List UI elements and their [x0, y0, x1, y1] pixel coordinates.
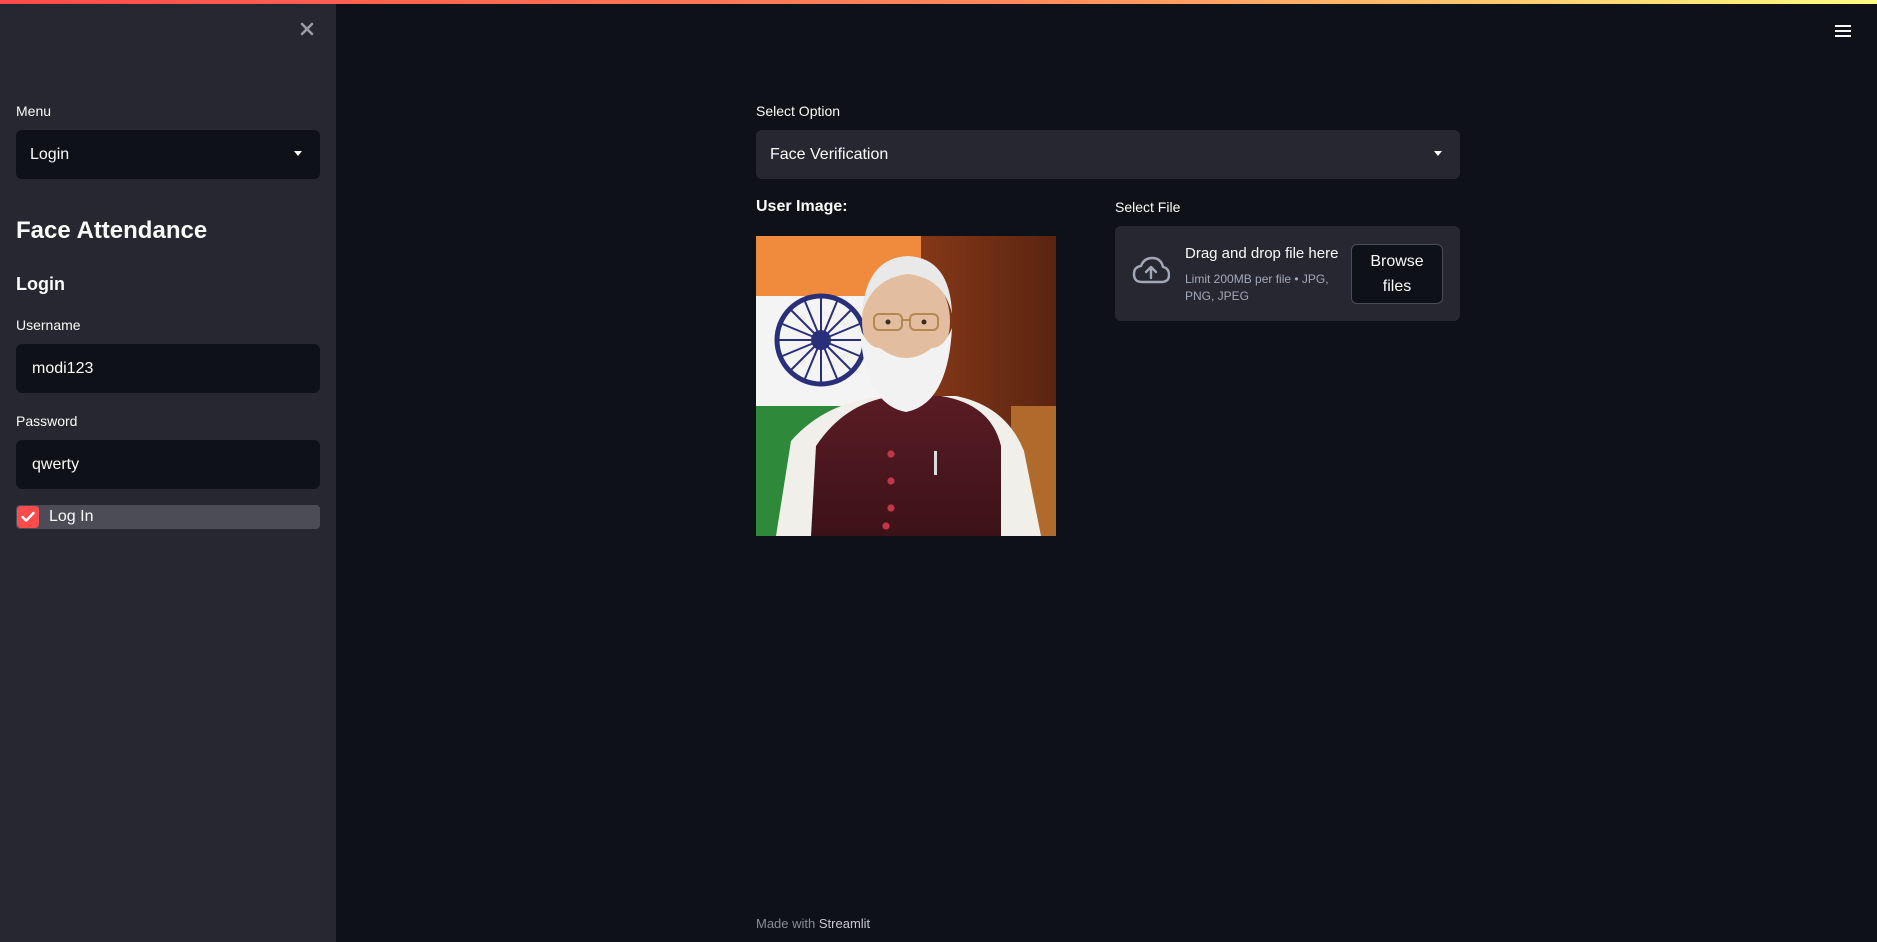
- username-value: modi123: [32, 359, 94, 377]
- user-photo: [756, 236, 1056, 536]
- main-menu-button[interactable]: [1832, 22, 1854, 40]
- login-checkbox-row[interactable]: Log In: [16, 505, 320, 529]
- username-label: Username: [16, 317, 81, 333]
- user-image-label: User Image:: [756, 198, 848, 215]
- close-icon: [300, 22, 314, 36]
- username-input[interactable]: modi123: [16, 344, 320, 393]
- dropzone-subtitle: Limit 200MB per file • JPG, PNG, JPEG: [1185, 272, 1329, 303]
- dropzone-title: Drag and drop file here: [1185, 245, 1339, 262]
- menu-label: Menu: [16, 103, 52, 119]
- close-sidebar-button[interactable]: [296, 18, 318, 40]
- select-option-label: Select Option: [756, 103, 841, 119]
- footer-made-with: Made with: [756, 916, 816, 931]
- password-label: Password: [16, 413, 78, 429]
- select-file-label: Select File: [1115, 199, 1181, 215]
- hamburger-menu-icon: [1835, 25, 1851, 37]
- password-value: qwerty: [32, 455, 80, 473]
- cloud-upload-icon: [1132, 256, 1170, 284]
- browse-files-button[interactable]: Browse files: [1351, 244, 1443, 304]
- footer-brand-link[interactable]: Streamlit: [819, 916, 870, 931]
- login-checkbox-label: Log In: [49, 508, 94, 525]
- sidebar: Menu Login Face Attendance Login Usernam…: [0, 0, 336, 942]
- menu-select[interactable]: Login: [16, 130, 320, 179]
- select-option-value: Face Verification: [770, 145, 889, 163]
- checkmark-icon: [21, 511, 35, 522]
- app-title: Face Attendance: [16, 217, 208, 244]
- menu-select-value: Login: [30, 145, 70, 163]
- select-option-dropdown[interactable]: Face Verification: [756, 130, 1460, 179]
- chevron-down-icon: [1434, 151, 1442, 156]
- footer: Made with Streamlit: [756, 916, 870, 931]
- password-input[interactable]: qwerty: [16, 440, 320, 489]
- chevron-down-icon: [294, 151, 302, 156]
- file-upload-dropzone[interactable]: Drag and drop file here Limit 200MB per …: [1115, 226, 1460, 321]
- top-decoration-stripe: [0, 0, 1877, 4]
- login-checkbox[interactable]: [17, 506, 39, 528]
- login-section-title: Login: [16, 274, 65, 294]
